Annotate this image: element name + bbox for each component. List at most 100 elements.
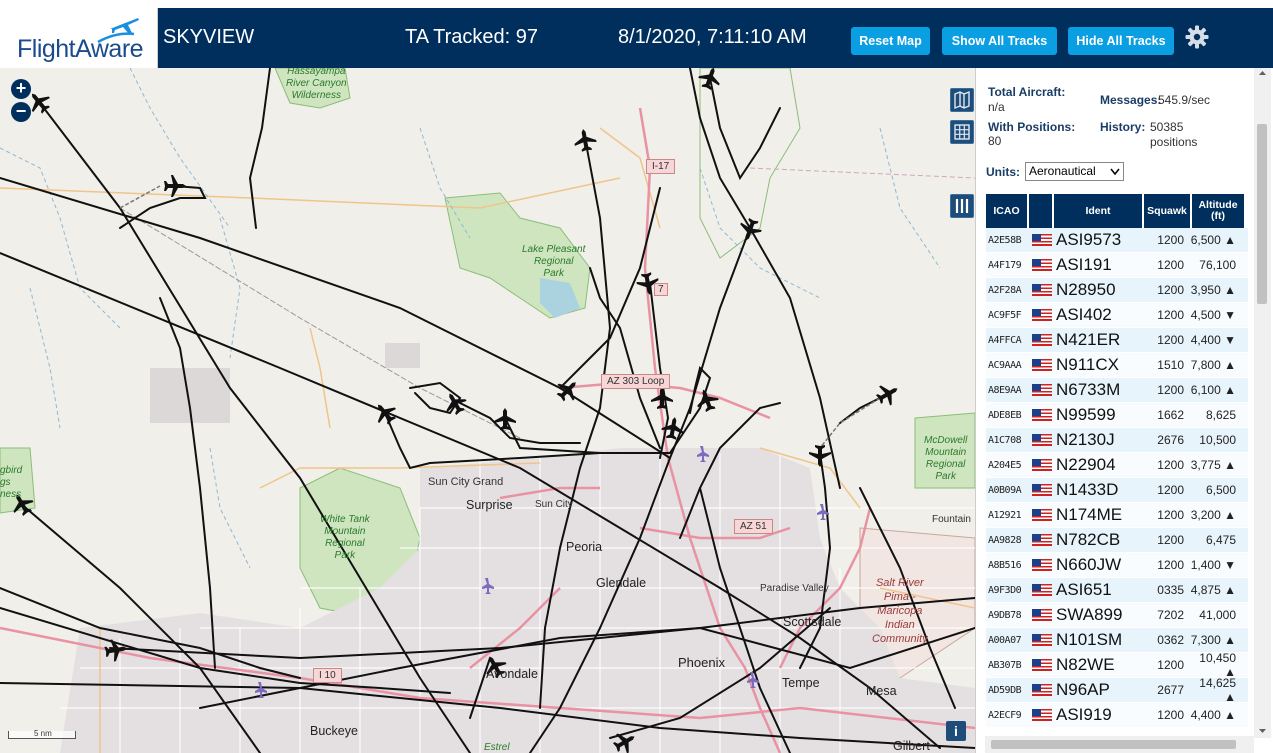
tracked-count: TA Tracked: 97 — [405, 26, 539, 48]
scroll-up-icon[interactable] — [1254, 68, 1271, 78]
horizontal-scroll-thumb[interactable] — [991, 740, 1236, 749]
gear-icon[interactable] — [1185, 25, 1209, 49]
table-row[interactable]: A2F28A N28950 1200 3,950 ▲ — [986, 278, 1248, 303]
col-squawk[interactable]: Squawk — [1144, 194, 1192, 228]
table-row[interactable]: AD59DB N96AP 2677 14,625 ▲ — [986, 676, 1248, 704]
us-flag-icon — [1031, 234, 1052, 246]
aircraft-icon[interactable] — [660, 415, 686, 441]
aircraft-icon[interactable] — [872, 378, 904, 410]
us-flag-icon — [1031, 609, 1052, 621]
shield-sr74: 7 — [654, 283, 668, 296]
table-header: ICAO Ident Squawk Altitude (ft) — [986, 194, 1246, 228]
table-row[interactable]: A12921 N174ME 1200 3,200 ▲ — [986, 503, 1248, 528]
label-phoenix: Phoenix — [678, 655, 725, 670]
aircraft-icon[interactable] — [552, 374, 584, 406]
table-row[interactable]: A1C708 N2130J 2676 10,500 — [986, 428, 1248, 453]
aircraft-icon[interactable] — [572, 127, 598, 153]
cell-flag — [1029, 684, 1054, 696]
aircraft-icon[interactable] — [439, 387, 471, 419]
aircraft-icon[interactable] — [164, 175, 186, 197]
cell-altitude: 10,500 — [1199, 433, 1236, 447]
col-altitude[interactable]: Altitude (ft) — [1192, 194, 1246, 228]
cell-altitude: 3,775 ▲ — [1190, 458, 1236, 472]
with-positions-label: With Positions: — [988, 120, 1076, 134]
table-row[interactable]: A9F3D0 ASI651 0335 4,875 ▲ — [986, 578, 1248, 603]
map-grid-button[interactable] — [950, 120, 974, 144]
cell-ident: N6733M — [1056, 380, 1121, 399]
cell-icao: A0B09A — [988, 484, 1022, 496]
horizontal-scrollbar[interactable] — [985, 736, 1254, 753]
cell-ident: N99599 — [1056, 405, 1116, 424]
us-flag-icon — [1031, 434, 1052, 446]
aircraft-icon[interactable] — [103, 637, 129, 663]
us-flag-icon — [1031, 659, 1052, 671]
label-estrella: Estrel — [484, 742, 510, 753]
table-row[interactable]: A2E58B ASI9573 1200 6,500 ▲ — [986, 228, 1248, 253]
table-row[interactable]: ADE8EB N99599 1662 8,625 — [986, 403, 1248, 428]
flightaware-logo[interactable]: FlightAware — [0, 8, 158, 68]
cell-ident: N101SM — [1056, 630, 1123, 649]
us-flag-icon — [1031, 484, 1052, 496]
cell-squawk: 1200 — [1157, 308, 1184, 322]
aircraft-icon[interactable] — [692, 385, 722, 415]
table-row[interactable]: AB307B N82WE 1200 10,450 ▲ — [986, 651, 1248, 679]
cell-flag — [1029, 309, 1054, 321]
vertical-scroll-thumb[interactable] — [1257, 124, 1267, 304]
aircraft-icon[interactable] — [695, 68, 725, 93]
cell-ident: ASI919 — [1056, 705, 1112, 724]
units-select[interactable]: Aeronautical — [1025, 162, 1124, 181]
scroll-down-icon[interactable] — [1254, 726, 1271, 736]
table-row[interactable]: A204E5 N22904 1200 3,775 ▲ — [986, 453, 1248, 478]
table-row[interactable]: A8B516 N660JW 1200 1,400 ▼ — [986, 553, 1248, 578]
cell-ident: N1433D — [1056, 480, 1119, 499]
aircraft-icon[interactable] — [609, 726, 641, 753]
messages-label: Messages: — [1100, 93, 1162, 107]
reset-map-button[interactable]: Reset Map — [851, 27, 930, 55]
col-icao[interactable]: ICAO — [986, 194, 1029, 228]
table-row[interactable]: A2ECF9 ASI919 1200 4,400 ▲ — [986, 703, 1248, 728]
aircraft-icon[interactable] — [735, 215, 765, 245]
cell-altitude: 3,200 ▲ — [1190, 508, 1236, 522]
header-bar: FlightAware SKYVIEW TA Tracked: 97 8/1/2… — [0, 8, 1273, 68]
table-row[interactable]: A9DB78 SWA899 7202 41,000 — [986, 603, 1248, 628]
info-button[interactable]: i — [946, 721, 966, 741]
aircraft-table-body: A2E58B ASI9573 1200 6,500 ▲ A4F179 ASI191 1200… — [986, 228, 1248, 728]
cell-squawk: 1200 — [1157, 383, 1184, 397]
table-row[interactable]: AA9828 N782CB 1200 6,475 — [986, 528, 1248, 553]
table-row[interactable]: A00A07 N101SM 0362 7,300 ▲ — [986, 628, 1248, 653]
col-flag[interactable] — [1029, 194, 1054, 228]
label-sun-city: Sun City — [535, 499, 573, 510]
cell-squawk: 1200 — [1157, 658, 1184, 672]
cell-ident: ASI191 — [1056, 255, 1112, 274]
show-all-tracks-button[interactable]: Show All Tracks — [942, 27, 1057, 55]
table-row[interactable]: AC9F5F ASI402 1200 4,500 ▼ — [986, 303, 1248, 328]
table-row[interactable]: A8E9AA N6733M 1200 6,100 ▲ — [986, 378, 1248, 403]
cell-squawk: 2677 — [1157, 683, 1184, 697]
map-view[interactable]: Hassayampa River Canyon Wilderness Lake … — [0, 68, 975, 753]
col-ident[interactable]: Ident — [1054, 194, 1144, 228]
map-layers-button[interactable] — [950, 88, 974, 112]
aircraft-layer[interactable] — [0, 68, 975, 753]
cell-flag — [1029, 359, 1054, 371]
cell-altitude: 10,450 ▲ — [1199, 651, 1236, 679]
cell-icao: ADE8EB — [988, 409, 1022, 421]
table-row[interactable]: A4FFCA N421ER 1200 4,400 ▼ — [986, 328, 1248, 353]
skyview-app: FlightAware SKYVIEW TA Tracked: 97 8/1/2… — [0, 0, 1273, 753]
table-row[interactable]: A4F179 ASI191 1200 76,100 — [986, 253, 1248, 278]
toggle-sidebar-button[interactable] — [950, 194, 974, 218]
us-flag-icon — [1031, 359, 1052, 371]
zoom-in-button[interactable]: + — [11, 79, 31, 99]
table-row[interactable]: AC9AAA N911CX 1510 7,800 ▲ — [986, 353, 1248, 378]
aircraft-icon[interactable] — [651, 387, 673, 409]
label-buckeye: Buckeye — [310, 724, 358, 738]
aircraft-icon[interactable] — [809, 445, 831, 467]
label-salt-river: Salt River Pima - Maricopa Indian Commun… — [872, 577, 928, 645]
cell-squawk: 1200 — [1157, 708, 1184, 722]
vertical-scrollbar[interactable] — [1254, 68, 1271, 738]
cell-flag — [1029, 334, 1054, 346]
zoom-out-button[interactable]: − — [11, 102, 31, 122]
table-row[interactable]: A0B09A N1433D 1200 6,500 — [986, 478, 1248, 503]
aircraft-icon[interactable] — [494, 408, 516, 430]
hide-all-tracks-button[interactable]: Hide All Tracks — [1068, 27, 1174, 55]
aircraft-icon[interactable] — [369, 397, 401, 429]
